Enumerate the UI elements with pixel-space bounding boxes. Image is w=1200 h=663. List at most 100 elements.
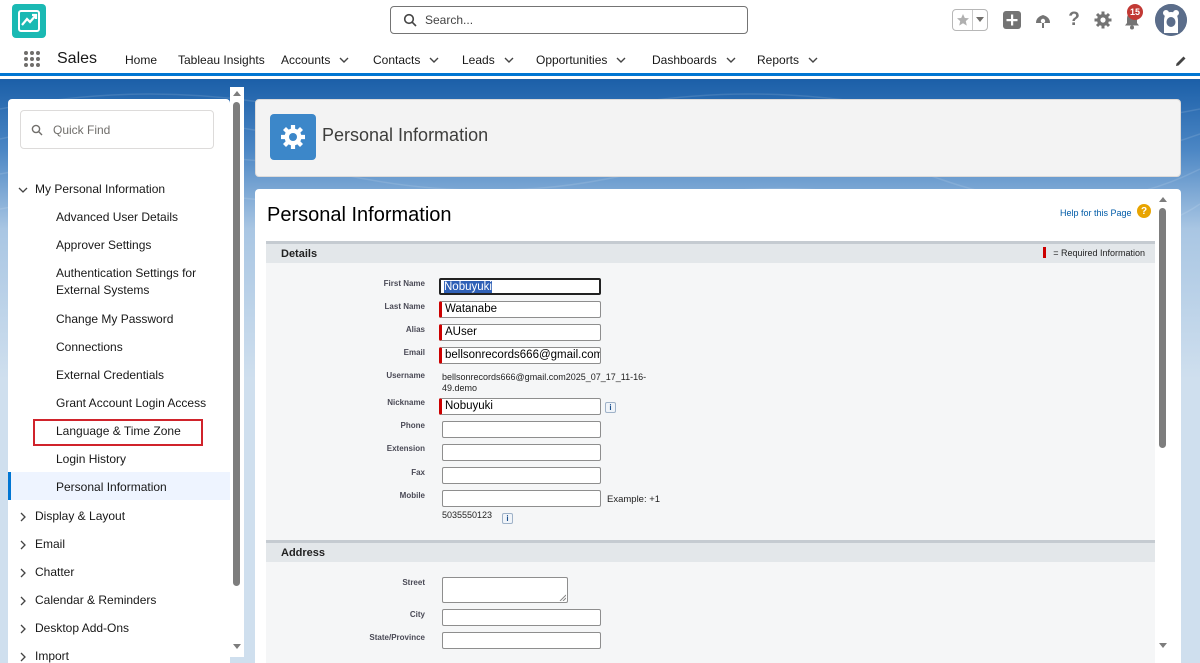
nav-item-opportunities[interactable]: Opportunities	[536, 53, 626, 67]
chevron-right-icon[interactable]	[18, 652, 28, 662]
user-avatar[interactable]	[1155, 4, 1187, 36]
info-icon[interactable]: i	[502, 513, 513, 524]
star-icon[interactable]	[953, 10, 973, 30]
sidebar-scrollbar[interactable]	[230, 87, 244, 657]
sidebar-item-external-credentials[interactable]: External Credentials	[8, 367, 230, 384]
fax-label: Fax	[411, 468, 425, 477]
chevron-down-icon[interactable]	[616, 55, 626, 65]
city-input[interactable]	[442, 609, 601, 626]
nav-item-label: Dashboards	[652, 53, 717, 67]
nav-item-label: Tableau Insights	[178, 53, 265, 67]
help-icon[interactable]: ?	[1065, 8, 1083, 32]
sidebar-item-label: Connections	[56, 340, 123, 354]
sidebar-section-calendar-reminders[interactable]: Calendar & Reminders	[8, 592, 230, 609]
sidebar-item-label: Approver Settings	[56, 238, 152, 252]
sidebar-section-desktop-add-ons[interactable]: Desktop Add-Ons	[8, 620, 230, 637]
nav-item-home[interactable]: Home	[125, 53, 157, 67]
sidebar-section-email[interactable]: Email	[8, 536, 230, 553]
scroll-down-icon[interactable]	[233, 644, 241, 650]
sidebar-item-advanced-user-details[interactable]: Advanced User Details	[8, 209, 230, 226]
chevron-right-icon[interactable]	[18, 540, 28, 550]
question-mark-icon[interactable]: ?	[1137, 204, 1151, 218]
chevron-down-icon[interactable]	[429, 55, 439, 65]
chevron-down-icon[interactable]	[973, 10, 987, 30]
sidebar-item-approver-settings[interactable]: Approver Settings	[8, 237, 230, 254]
chevron-down-icon[interactable]	[726, 55, 736, 65]
content-scrollbar[interactable]	[1156, 195, 1170, 657]
nav-item-accounts[interactable]: Accounts	[281, 53, 349, 67]
quick-find-input[interactable]: Quick Find	[20, 110, 214, 149]
street-textarea[interactable]	[442, 577, 568, 603]
sidebar-item-label: Advanced User Details	[56, 210, 179, 224]
sidebar-section-display-layout[interactable]: Display & Layout	[8, 508, 230, 525]
sidebar-item-connections[interactable]: Connections	[8, 339, 230, 356]
required-legend-text: = Required Information	[1053, 247, 1145, 258]
nav-item-contacts[interactable]: Contacts	[373, 53, 439, 67]
scrollbar-thumb[interactable]	[1159, 208, 1166, 448]
scrollbar-thumb[interactable]	[233, 102, 240, 586]
sidebar-item-label: Personal Information	[56, 480, 167, 494]
extension-input[interactable]	[442, 444, 601, 461]
global-search-input[interactable]: Search...	[390, 6, 748, 34]
scroll-up-icon[interactable]	[233, 90, 241, 96]
quick-find-placeholder: Quick Find	[53, 122, 111, 137]
mobile-input[interactable]	[442, 490, 601, 507]
main-content-card: Personal Information Help for this Page …	[255, 189, 1181, 663]
last-name-input[interactable]: Watanabe	[439, 301, 601, 318]
resize-handle-icon[interactable]	[559, 594, 566, 601]
chevron-down-icon[interactable]	[504, 55, 514, 65]
alias-input[interactable]: AUser	[439, 324, 601, 341]
first-name-input[interactable]: Nobuyuki	[439, 278, 601, 295]
notification-count-badge: 15	[1127, 4, 1144, 20]
setup-gear-icon[interactable]	[1093, 8, 1113, 32]
chevron-right-icon[interactable]	[18, 624, 28, 634]
phone-input[interactable]	[442, 421, 601, 438]
add-icon[interactable]	[1002, 8, 1022, 32]
sidebar-section-label: Import	[35, 649, 70, 663]
sidebar-section-label: My Personal Information	[35, 182, 166, 196]
app-launcher-icon[interactable]	[23, 50, 41, 68]
nav-item-dashboards[interactable]: Dashboards	[652, 53, 736, 67]
chevron-down-icon[interactable]	[808, 55, 818, 65]
sidebar-section-label: Email	[35, 537, 66, 551]
scroll-down-icon[interactable]	[1159, 643, 1167, 649]
app-logo[interactable]	[12, 4, 46, 38]
sidebar-section-label: Display & Layout	[35, 509, 126, 523]
favorites-group[interactable]	[952, 9, 988, 31]
help-for-page-link[interactable]: Help for this Page	[1060, 208, 1132, 218]
sidebar-section-chatter[interactable]: Chatter	[8, 564, 230, 581]
nav-item-label: Reports	[757, 53, 800, 67]
email-input[interactable]: bellsonrecords666@gmail.com	[439, 347, 601, 364]
sidebar-item-grant-account-login-access[interactable]: Grant Account Login Access	[8, 395, 230, 412]
sidebar-item-authentication-settings[interactable]: Authentication Settings for External Sys…	[8, 265, 230, 299]
trailhead-icon[interactable]	[1032, 8, 1054, 32]
global-header: Search... ? 15	[0, 0, 1200, 42]
scroll-up-icon[interactable]	[1159, 196, 1167, 202]
mobile-example-number: 5035550123	[442, 510, 493, 520]
details-section-header: Details = Required Information	[266, 241, 1155, 263]
chevron-down-icon[interactable]	[339, 55, 349, 65]
sidebar-item-label: Change My Password	[56, 312, 174, 326]
sidebar-item-personal-information[interactable]: Personal Information	[8, 472, 230, 500]
sidebar-item-login-history[interactable]: Login History	[8, 451, 230, 468]
chevron-right-icon[interactable]	[18, 512, 28, 522]
chevron-right-icon[interactable]	[18, 568, 28, 578]
state-province-input[interactable]	[442, 632, 601, 649]
info-icon[interactable]: i	[605, 402, 616, 413]
nav-item-leads[interactable]: Leads	[462, 53, 514, 67]
nickname-input[interactable]: Nobuyuki	[439, 398, 601, 415]
phone-label: Phone	[400, 421, 425, 430]
gear-icon	[270, 114, 316, 160]
section-title: Details	[281, 248, 318, 260]
sidebar-item-change-my-password[interactable]: Change My Password	[8, 311, 230, 328]
nav-item-tableau-insights[interactable]: Tableau Insights	[178, 53, 265, 67]
fax-input[interactable]	[442, 467, 601, 484]
chevron-down-icon[interactable]	[18, 185, 28, 195]
sidebar-section-my-personal-information[interactable]: My Personal Information	[8, 181, 230, 198]
chevron-right-icon[interactable]	[18, 596, 28, 606]
nickname-label: Nickname	[387, 398, 425, 407]
nav-item-reports[interactable]: Reports	[757, 53, 818, 67]
sidebar-section-label: Calendar & Reminders	[35, 593, 157, 607]
pencil-icon[interactable]	[1174, 54, 1188, 68]
sidebar-section-import[interactable]: Import	[8, 648, 230, 663]
